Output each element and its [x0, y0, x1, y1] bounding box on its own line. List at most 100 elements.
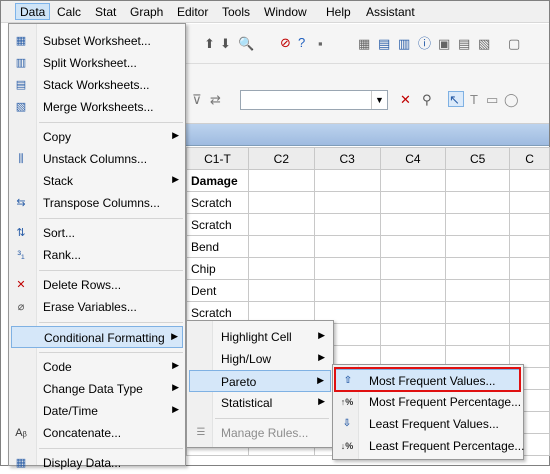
data-cell[interactable]: Scratch [186, 191, 249, 214]
menu-tools[interactable]: Tools [218, 4, 254, 21]
menu-item-delete-rows[interactable]: ✕ Delete Rows... [11, 274, 183, 296]
select-pointer-icon[interactable]: ↖ [448, 91, 464, 107]
data-cell[interactable] [379, 235, 447, 258]
column-header[interactable]: C1-T [186, 147, 249, 170]
data-cell[interactable] [247, 257, 315, 280]
arrow-down-icon[interactable]: ⬇ [220, 36, 231, 52]
data-cell[interactable] [445, 257, 511, 280]
menu-data[interactable]: Data [15, 3, 51, 20]
data-cell[interactable] [509, 213, 550, 236]
menu-item-least-frequent-percentage[interactable]: ↓% Least Frequent Percentage... [335, 435, 525, 457]
data-cell[interactable] [379, 279, 447, 302]
data-cell[interactable] [509, 235, 550, 258]
menu-item-subset-worksheet[interactable]: ▦ Subset Worksheet... [11, 30, 183, 52]
data-cell[interactable] [313, 191, 381, 214]
magnify-icon[interactable]: ⚲ [422, 92, 432, 108]
menu-item-transpose-columns[interactable]: ⇆ Transpose Columns... [11, 192, 183, 214]
new-graph-icon[interactable]: ▢ [508, 36, 520, 52]
data-cell[interactable]: Dent [186, 279, 249, 302]
data-cell[interactable] [313, 235, 381, 258]
column-header[interactable]: C2 [247, 147, 315, 170]
ellipse-tool-icon[interactable]: ◯ [504, 92, 519, 108]
data-cell[interactable] [445, 279, 511, 302]
menu-item-high-low[interactable]: High/Low ▶ [189, 348, 331, 370]
menu-item-rank[interactable]: ³₁ Rank... [11, 244, 183, 266]
menu-stat[interactable]: Stat [91, 4, 120, 21]
menu-item-stack-worksheets[interactable]: ▤ Stack Worksheets... [11, 74, 183, 96]
graph-folder-icon[interactable]: ▧ [478, 36, 490, 52]
column-name-cell[interactable] [445, 169, 511, 192]
data-cell[interactable] [379, 301, 447, 324]
menu-editor[interactable]: Editor [173, 4, 212, 21]
menu-item-sort[interactable]: ⇅ Sort... [11, 222, 183, 244]
data-cell[interactable]: Scratch [186, 213, 249, 236]
menu-item-least-frequent-values[interactable]: ⇩ Least Frequent Values... [335, 413, 521, 435]
worksheet-combo[interactable]: ▼ [240, 90, 388, 110]
menu-item-unstack-columns[interactable]: ⫼ Unstack Columns... [11, 148, 183, 170]
data-cell[interactable] [445, 301, 511, 324]
column-name-cell[interactable]: Damage [186, 169, 249, 192]
delete-icon[interactable]: ✕ [400, 92, 411, 108]
column-header[interactable]: C4 [379, 147, 447, 170]
info-icon[interactable]: ⓘ [418, 36, 431, 52]
menu-item-highlight-cell[interactable]: Highlight Cell ▶ [189, 326, 331, 348]
data-cell[interactable] [445, 235, 511, 258]
data-cell[interactable] [247, 235, 315, 258]
data-cell[interactable] [313, 257, 381, 280]
data-cell[interactable] [509, 191, 550, 214]
data-cell[interactable] [247, 213, 315, 236]
combo-dropdown-icon[interactable]: ▼ [371, 91, 387, 109]
column-name-cell[interactable] [313, 169, 381, 192]
menu-item-split-worksheet[interactable]: ▥ Split Worksheet... [11, 52, 183, 74]
menu-item-display-data[interactable]: ▦ Display Data... [11, 452, 183, 474]
data-cell[interactable] [379, 191, 447, 214]
data-cell[interactable] [445, 191, 511, 214]
data-cell[interactable] [509, 257, 550, 280]
help-icon[interactable]: ? [298, 35, 305, 51]
menu-help[interactable]: Help [322, 4, 355, 21]
history-icon[interactable]: ▣ [438, 36, 450, 52]
column-name-cell[interactable] [509, 169, 550, 192]
session-icon[interactable]: ▦ [358, 36, 370, 52]
rectangle-tool-icon[interactable]: ▭ [486, 92, 498, 108]
menu-item-manage-rules[interactable]: ☰ Manage Rules... [189, 422, 331, 444]
data-cell[interactable]: Bend [186, 235, 249, 258]
data-cell[interactable] [313, 279, 381, 302]
menu-item-conditional-formatting[interactable]: Conditional Formatting ▶ [11, 326, 183, 348]
find-icon[interactable]: 🔍 [238, 36, 254, 52]
menu-calc[interactable]: Calc [53, 4, 85, 21]
menu-item-statistical[interactable]: Statistical ▶ [189, 392, 331, 414]
report-icon[interactable]: ▤ [458, 36, 470, 52]
worksheet-icon[interactable]: ▤ [378, 36, 390, 52]
menu-item-pareto[interactable]: Pareto ▶ [189, 370, 331, 392]
data-cell[interactable] [445, 323, 511, 346]
menu-item-change-data-type[interactable]: Change Data Type ▶ [11, 378, 183, 400]
menu-item-merge-worksheets[interactable]: ▧ Merge Worksheets... [11, 96, 183, 118]
data-cell[interactable] [509, 323, 550, 346]
data-cell[interactable] [379, 257, 447, 280]
project-icon[interactable]: ▥ [398, 36, 410, 52]
data-cell[interactable] [509, 279, 550, 302]
menu-item-copy[interactable]: Copy ▶ [11, 126, 183, 148]
column-header[interactable]: C5 [445, 147, 511, 170]
menu-item-concatenate[interactable]: Aᵦ Concatenate... [11, 422, 183, 444]
text-tool-icon[interactable]: T [470, 92, 478, 108]
menu-item-date-time[interactable]: Date/Time ▶ [11, 400, 183, 422]
cancel-icon[interactable]: ⊘ [280, 35, 291, 51]
swap-icon[interactable]: ⇄ [210, 92, 221, 108]
arrow-up-icon[interactable]: ⬆ [204, 36, 215, 52]
column-name-cell[interactable] [247, 169, 315, 192]
menu-item-stack[interactable]: Stack ▶ [11, 170, 183, 192]
menu-item-most-frequent-percentage[interactable]: ↑% Most Frequent Percentage... [335, 391, 521, 413]
data-cell[interactable] [247, 279, 315, 302]
menu-item-code[interactable]: Code ▶ [11, 356, 183, 378]
menu-graph[interactable]: Graph [126, 4, 167, 21]
data-cell[interactable] [509, 301, 550, 324]
data-cell[interactable] [247, 191, 315, 214]
menu-window[interactable]: Window [260, 4, 311, 21]
data-cell[interactable] [379, 323, 447, 346]
column-name-cell[interactable] [379, 169, 447, 192]
filter-icon[interactable]: ⊽ [192, 92, 202, 108]
data-cell[interactable]: Chip [186, 257, 249, 280]
data-cell[interactable] [445, 213, 511, 236]
